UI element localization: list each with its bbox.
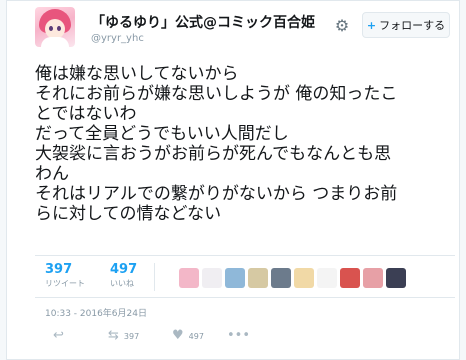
retweet-button[interactable]: ⇆ 397 [108,328,139,344]
avatar[interactable] [35,7,75,47]
engager-avatar[interactable] [386,268,406,288]
user-handle[interactable]: @yryr_yhc [91,33,144,44]
more-button[interactable]: ••• [227,328,250,344]
retweet-stat[interactable]: 397 リツイート [45,262,85,290]
tweet-card: 「ゆるゆり」公式@コミック百合姫 @yryr_yhc ⚙ + フォローする 俺は… [6,0,460,360]
engager-avatar[interactable] [225,268,245,288]
like-button[interactable]: ♥ 497 [172,328,204,344]
engager-avatar[interactable] [363,268,383,288]
tweet-text-line: それにお前らが嫌な思いしようが 俺の知ったこ [35,84,398,104]
tweet-text-line: 大袈裟に言おうがお前らが死んでもなんとも思 [35,144,392,164]
like-stat[interactable]: 497 いいね [110,262,137,290]
tweet-text: 俺は嫌な思いしてないから それにお前らが嫌な思いしようが 俺の知ったこ とではな… [35,64,457,224]
retweet-icon: ⇆ [108,328,119,343]
engager-avatar[interactable] [340,268,360,288]
divider [35,255,455,256]
display-name[interactable]: 「ゆるゆり」公式@コミック百合姫 [91,12,315,32]
engager-avatar[interactable] [271,268,291,288]
like-count: 497 [110,262,138,277]
tweet-text-line: それはリアルでの繋がりがないから つまりお前 [35,184,398,204]
retweet-count: 397 [45,262,73,277]
retweet-action-count: 397 [123,331,140,341]
engager-avatars [179,268,406,288]
tweet-text-line: 俺は嫌な思いしてないから [35,64,239,84]
engager-avatar[interactable] [202,268,222,288]
engager-avatar[interactable] [317,268,337,288]
engager-avatar[interactable] [294,268,314,288]
engager-avatar[interactable] [248,268,268,288]
engager-avatar[interactable] [179,268,199,288]
tweet-timestamp[interactable]: 10:33 - 2016年6月24日 [45,306,147,319]
follow-button-label: フォローする [379,19,446,32]
tweet-text-line: わん [35,164,69,184]
retweet-label: リツイート [45,279,85,288]
tweet-text-line: だって全員どうでもいい人間だし [35,124,289,144]
reply-icon: ↩ [53,328,64,343]
follow-button[interactable]: + フォローする [362,12,450,38]
tweet-text-line: とではないわ [35,104,137,124]
follow-plus-icon: + [366,18,377,32]
divider [35,297,455,298]
like-label: いいね [110,279,134,288]
stat-separator [154,263,155,291]
more-icon: ••• [227,328,251,343]
heart-icon: ♥ [172,328,184,343]
like-action-count: 497 [188,331,204,341]
reply-button[interactable]: ↩ [53,328,64,344]
tweet-text-line: らに対しての情などない [35,204,222,224]
gear-icon[interactable]: ⚙ [333,17,351,35]
